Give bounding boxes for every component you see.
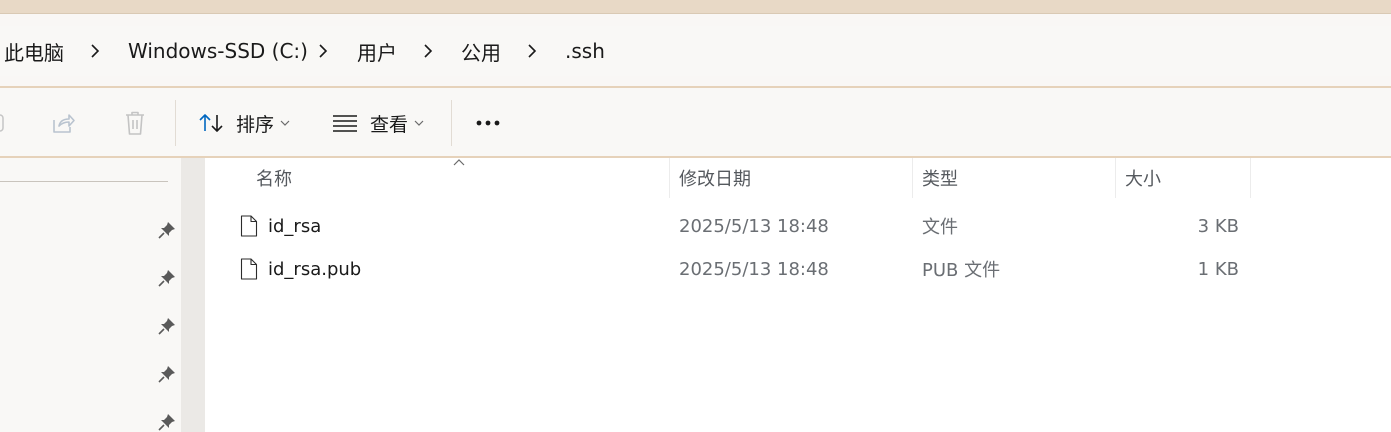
command-bar: 排序 查看 bbox=[0, 88, 1391, 158]
column-header-name[interactable]: 名称 bbox=[256, 158, 292, 198]
toolbar-separator bbox=[175, 100, 176, 146]
share-icon[interactable] bbox=[44, 88, 82, 158]
column-header-size[interactable]: 大小 bbox=[1125, 158, 1161, 198]
file-type: 文件 bbox=[922, 217, 958, 238]
file-size: 1 KB bbox=[1197, 258, 1239, 280]
sort-ascending-icon bbox=[453, 159, 465, 166]
more-icon bbox=[476, 120, 500, 126]
pin-icon[interactable] bbox=[158, 365, 176, 383]
title-bar-strip bbox=[0, 0, 1391, 14]
chevron-right-icon[interactable] bbox=[318, 26, 330, 76]
file-modified: 2025/5/13 18:48 bbox=[679, 215, 829, 237]
column-divider[interactable] bbox=[669, 158, 670, 198]
toolbar-separator bbox=[451, 100, 452, 146]
column-header-modified[interactable]: 修改日期 bbox=[679, 158, 751, 198]
sort-icon bbox=[199, 114, 223, 132]
chevron-right-icon[interactable] bbox=[423, 26, 435, 76]
table-row[interactable]: id_rsa.pub 2025/5/13 18:48 PUB 文件 1 KB bbox=[205, 248, 1391, 290]
view-label: 查看 bbox=[370, 113, 409, 136]
breadcrumb-item-users[interactable]: 用户 bbox=[357, 26, 397, 76]
breadcrumb[interactable]: 此电脑 Windows-SSD (C:) 用户 公用 .ssh bbox=[0, 26, 1391, 76]
view-button[interactable]: 查看 bbox=[332, 88, 424, 158]
file-icon bbox=[240, 215, 258, 237]
file-name: id_rsa.pub bbox=[268, 258, 362, 280]
column-divider[interactable] bbox=[912, 158, 913, 198]
pin-icon[interactable] bbox=[158, 413, 176, 431]
chevron-right-icon[interactable] bbox=[527, 26, 539, 76]
pin-icon[interactable] bbox=[158, 221, 176, 239]
column-header-type[interactable]: 类型 bbox=[922, 158, 958, 198]
sort-button[interactable]: 排序 bbox=[198, 88, 290, 158]
breadcrumb-item-public[interactable]: 公用 bbox=[461, 26, 501, 76]
pin-icon[interactable] bbox=[158, 269, 176, 287]
sort-label: 排序 bbox=[236, 113, 275, 136]
chevron-right-icon[interactable] bbox=[90, 26, 102, 76]
breadcrumb-item-drive[interactable]: Windows-SSD (C:) bbox=[128, 26, 308, 76]
breadcrumb-item-ssh[interactable]: .ssh bbox=[565, 26, 605, 76]
delete-icon[interactable] bbox=[116, 88, 154, 158]
navigation-pane bbox=[0, 158, 181, 432]
more-options-button[interactable] bbox=[470, 88, 506, 158]
rename-icon[interactable] bbox=[0, 88, 8, 158]
nav-scrollbar[interactable] bbox=[181, 158, 205, 432]
breadcrumb-item-this-pc[interactable]: 此电脑 bbox=[4, 26, 64, 76]
list-view-icon bbox=[333, 115, 357, 132]
file-type: PUB 文件 bbox=[922, 260, 1001, 281]
file-icon bbox=[240, 258, 258, 280]
file-name: id_rsa bbox=[268, 215, 322, 237]
file-modified: 2025/5/13 18:48 bbox=[679, 258, 829, 280]
column-divider[interactable] bbox=[1250, 158, 1251, 198]
chevron-down-icon bbox=[280, 120, 290, 126]
table-row[interactable]: id_rsa 2025/5/13 18:48 文件 3 KB bbox=[205, 205, 1391, 247]
chevron-down-icon bbox=[414, 120, 424, 126]
file-name-cell[interactable]: id_rsa.pub bbox=[240, 248, 361, 290]
file-name-cell[interactable]: id_rsa bbox=[240, 205, 321, 247]
column-divider[interactable] bbox=[1115, 158, 1116, 198]
file-size: 3 KB bbox=[1197, 215, 1239, 237]
pin-icon[interactable] bbox=[158, 317, 176, 335]
nav-divider bbox=[0, 181, 168, 182]
file-list: 名称 修改日期 类型 大小 id_rsa 2025/5/13 18:48 文件 … bbox=[205, 158, 1391, 432]
